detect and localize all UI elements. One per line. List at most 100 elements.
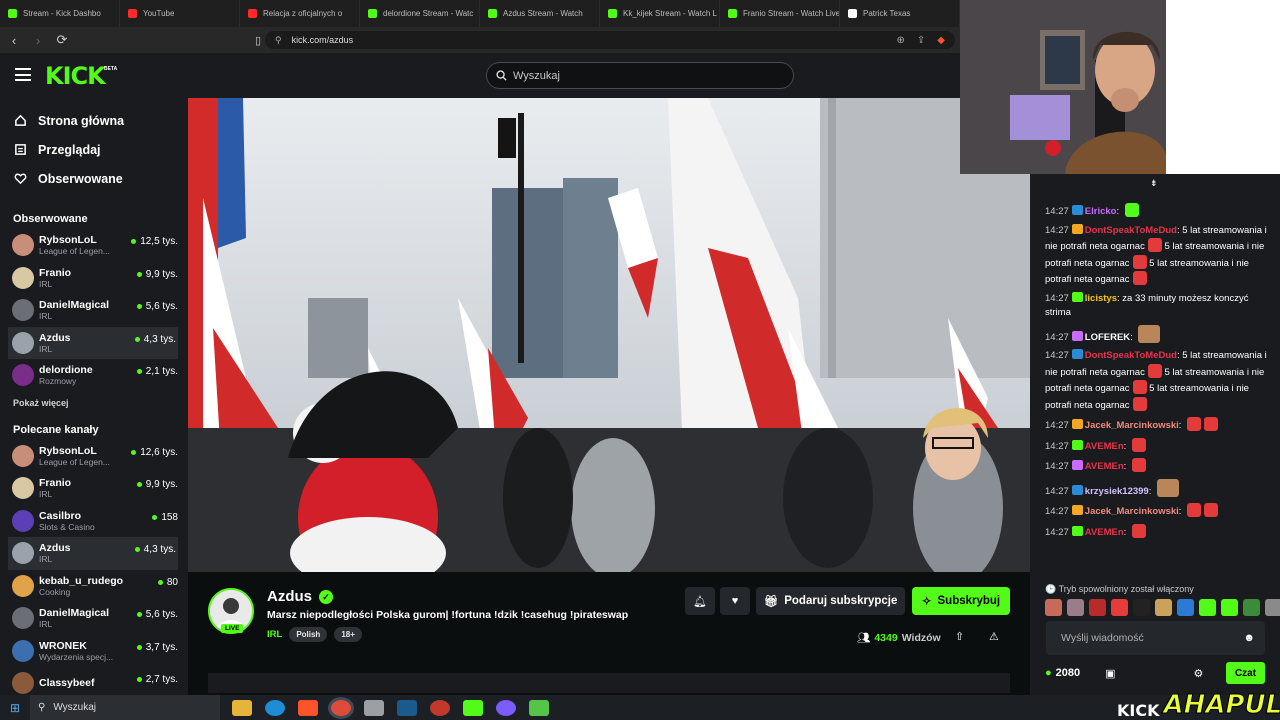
sidebar-channel-rybsonlol[interactable]: RybsonLoL League of Legen... 12,5 tys. xyxy=(0,229,188,262)
reload-icon[interactable]: ⟳ xyxy=(52,32,72,48)
chat-settings-icon[interactable]: ⚙ xyxy=(1194,667,1204,680)
search-input[interactable]: Wyszukaj xyxy=(486,62,794,89)
emote-icon[interactable] xyxy=(1265,599,1280,616)
gift-subscription-button[interactable]: 🎁︎ Podaruj subskrypcje xyxy=(756,587,905,615)
file-explorer-icon[interactable] xyxy=(232,699,252,716)
browser-tab[interactable]: Relacja z oficjalnych o xyxy=(240,0,360,27)
emote-icon[interactable] xyxy=(1045,599,1062,616)
browser-tab[interactable]: Franio Stream - Watch Live xyxy=(720,0,840,27)
tag-language[interactable]: Polish xyxy=(289,627,328,642)
nav-browse[interactable]: Przeglądaj xyxy=(0,135,188,164)
sidebar-channel-azdus[interactable]: Azdus IRL 4,3 tys. xyxy=(8,326,178,359)
windows-start-icon[interactable]: ⊞ xyxy=(0,701,30,715)
app-icon[interactable] xyxy=(364,699,384,716)
discord-icon[interactable] xyxy=(496,699,516,716)
show-more-link[interactable]: Pokaż więcej xyxy=(0,394,188,412)
nav-following[interactable]: Obserwowane xyxy=(0,164,188,193)
nav-home[interactable]: Strona główna xyxy=(0,106,188,135)
channel-viewers: 9,9 tys. xyxy=(136,479,178,490)
emote-icon[interactable] xyxy=(1067,599,1084,616)
emote-icon[interactable] xyxy=(1243,599,1260,616)
back-icon[interactable]: ‹ xyxy=(4,33,24,48)
site-info-icon[interactable]: ⚲ xyxy=(275,35,282,46)
emoji-icon[interactable]: ☻ xyxy=(1243,632,1255,644)
browser-tab[interactable]: YouTube xyxy=(120,0,240,27)
forward-icon[interactable]: › xyxy=(28,33,48,48)
chat-message-input[interactable]: Wyślij wiadomość ☻ xyxy=(1046,621,1265,655)
message-username[interactable]: DontSpeakToMeDud xyxy=(1085,350,1177,361)
chat-message: 14:27 Jacek_Marcinkowski: xyxy=(1030,503,1280,520)
sidebar-channel-rybsonlol[interactable]: RybsonLoL League of Legen... 12,6 tys. xyxy=(0,440,188,473)
game-icon[interactable] xyxy=(529,699,549,716)
channel-name: delordione xyxy=(39,364,93,377)
emote-icon[interactable] xyxy=(1111,599,1128,616)
emote-icon[interactable] xyxy=(1221,599,1238,616)
message-time: 14:27 xyxy=(1045,440,1069,452)
emote-icon xyxy=(1132,271,1147,285)
subscribe-button[interactable]: ✧ Subskrybuj xyxy=(912,587,1010,615)
share-icon[interactable]: ⇪ xyxy=(917,35,925,46)
emote-icon[interactable] xyxy=(1089,599,1106,616)
sidebar-channel-kebab_u_rudego[interactable]: kebab_u_rudego Cooking 80 xyxy=(0,570,188,603)
brave-icon[interactable] xyxy=(298,699,318,716)
steam-icon[interactable] xyxy=(397,699,417,716)
message-username[interactable]: AVEMEn xyxy=(1085,461,1124,472)
message-username[interactable]: DontSpeakToMeDud xyxy=(1085,225,1177,236)
report-icon[interactable]: ⚠ xyxy=(989,630,999,643)
brave-shield-icon[interactable]: ◆ xyxy=(937,35,945,46)
message-username[interactable]: LOFEREK xyxy=(1085,332,1130,343)
notifications-button[interactable]: 🔔︎ xyxy=(685,587,715,615)
emote-icon[interactable] xyxy=(1177,599,1194,616)
chat-scroll-icon[interactable]: ⇟ xyxy=(1150,178,1158,189)
media-icon[interactable] xyxy=(463,699,483,716)
channel-category: IRL xyxy=(39,489,53,500)
sidebar-channel-delordione[interactable]: delordione Rozmowy 2,1 tys. xyxy=(0,359,188,392)
category-link[interactable]: IRL xyxy=(267,629,282,640)
browser-tab[interactable]: Stream - Kick Dashbo xyxy=(0,0,120,27)
menu-icon[interactable] xyxy=(15,68,31,81)
kick-logo[interactable]: KICK xyxy=(45,62,106,90)
sidebar-channel-azdus[interactable]: Azdus IRL 4,3 tys. xyxy=(8,537,178,570)
live-dot-icon xyxy=(136,612,142,617)
tab-label: Patrick Texas xyxy=(863,9,911,18)
sidebar-channel-danielmagical[interactable]: DanielMagical IRL 5,6 tys. xyxy=(0,602,188,635)
sidebar-channel-classybeef[interactable]: Classybeef 2,7 tys. xyxy=(0,667,188,695)
nav-following-label: Obserwowane xyxy=(38,171,123,186)
browser-tab[interactable]: Azdus Stream - Watch xyxy=(480,0,600,27)
chat-send-button[interactable]: Czat xyxy=(1226,662,1265,684)
message-colon: : xyxy=(1123,526,1129,538)
tag-mature[interactable]: 18+ xyxy=(334,627,362,642)
taskbar-search[interactable]: ⚲ Wyszukaj xyxy=(30,695,220,720)
browser-tab[interactable]: delordione Stream - Watc xyxy=(360,0,480,27)
message-username[interactable]: Jacek_Marcinkowski xyxy=(1085,420,1179,431)
streamer-name[interactable]: Azdus ✓ xyxy=(267,588,333,605)
channel-points[interactable]: ● 2080 xyxy=(1045,667,1080,679)
tab-label: delordione Stream - Watc xyxy=(383,9,474,18)
message-username[interactable]: licistys xyxy=(1085,293,1117,304)
message-username[interactable]: krzysiek12399 xyxy=(1085,486,1149,497)
sidebar-channel-franio[interactable]: Franio IRL 9,9 tys. xyxy=(0,472,188,505)
emote-icon[interactable] xyxy=(1155,599,1172,616)
obs-icon[interactable] xyxy=(430,699,450,716)
avatar xyxy=(12,574,34,597)
chrome-icon[interactable] xyxy=(331,699,351,716)
edge-icon[interactable] xyxy=(265,699,285,716)
message-username[interactable]: AVEMEn xyxy=(1085,527,1124,538)
message-username[interactable]: AVEMEn xyxy=(1085,441,1124,452)
browser-tab[interactable]: Patrick Texas xyxy=(840,0,960,27)
zoom-icon[interactable]: ⊕ xyxy=(897,35,905,46)
video-player[interactable] xyxy=(188,98,1030,572)
sidebar-channel-franio[interactable]: Franio IRL 9,9 tys. xyxy=(0,262,188,295)
sidebar-channel-wronek[interactable]: WRONEK Wydarzenia specj... 3,7 tys. xyxy=(0,635,188,668)
emote-icon[interactable] xyxy=(1199,599,1216,616)
message-username[interactable]: Elricko xyxy=(1085,206,1117,217)
message-username[interactable]: Jacek_Marcinkowski xyxy=(1085,506,1179,517)
sidebar-channel-danielmagical[interactable]: DanielMagical IRL 5,6 tys. xyxy=(0,294,188,327)
follow-button[interactable]: ♥ xyxy=(720,587,750,615)
url-field[interactable]: ⚲ kick.com/azdus ⊕ ⇪ ◆ xyxy=(265,31,955,49)
emote-icon[interactable] xyxy=(1133,599,1150,616)
chat-store-icon[interactable]: ▣ xyxy=(1105,667,1115,680)
browser-tab[interactable]: Kk_kijek Stream - Watch L xyxy=(600,0,720,27)
share-icon[interactable]: ⇧ xyxy=(955,630,964,643)
sidebar-channel-casilbro[interactable]: Casilbro Slots & Casino 158 xyxy=(0,505,188,538)
